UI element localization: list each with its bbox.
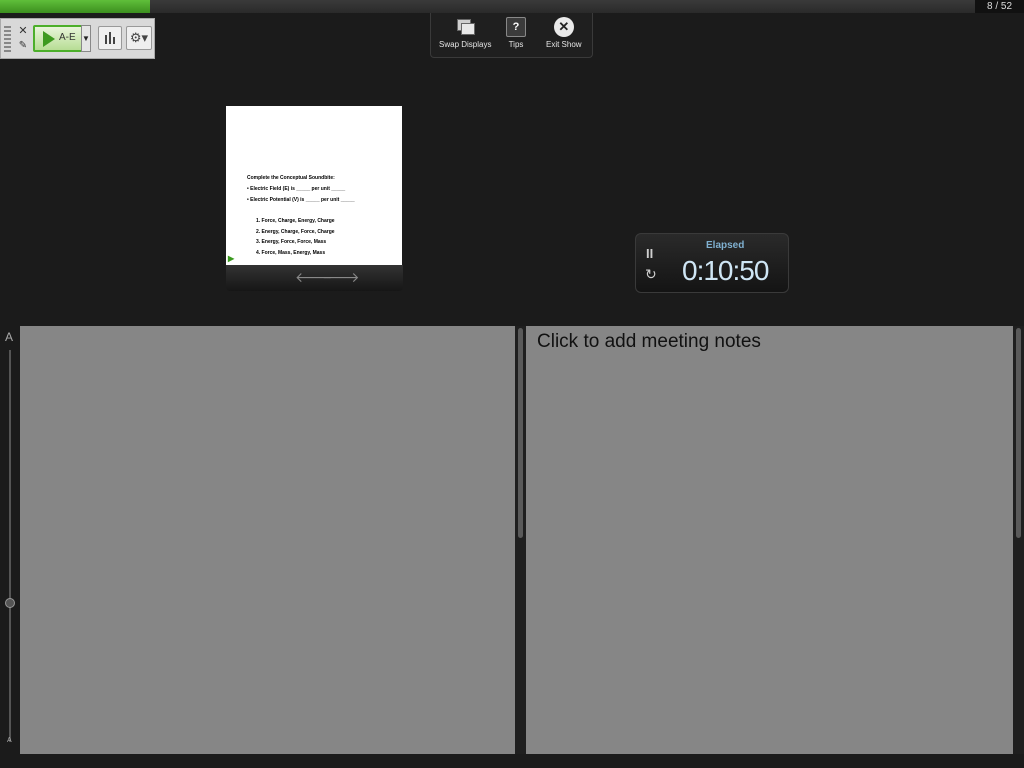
slide-option: 1. Force, Charge, Energy, Charge [256,218,335,224]
toolbar-grip-handle[interactable] [4,26,11,52]
pause-icon[interactable]: II [646,246,653,261]
swap-displays-icon [455,17,476,37]
reset-icon[interactable]: ↻ [645,266,657,283]
font-size-slider[interactable]: A A [0,326,20,754]
slide-bullet: • Electric Potential (V) is _____ per un… [247,197,355,203]
help-icon: ? [506,17,526,37]
slide-heading: Complete the Conceptual Soundbite: [247,175,335,181]
swap-displays-label: Swap Displays [439,40,492,49]
timer-label: Elapsed [706,240,745,251]
meeting-notes-panel[interactable]: Click to add meeting notes [526,326,1013,754]
slide-progress-fill [0,0,150,13]
panel-scrollbar[interactable] [515,326,526,754]
poll-button-label: A-E [59,32,76,43]
slider-track [9,350,11,742]
slide-progress-bar [0,0,975,13]
slide-bullet: • Electric Field (E) is _____ per unit _… [247,186,346,192]
font-size-small-label: A [7,737,12,744]
slide-notes-panel[interactable] [20,326,515,754]
show-results-button[interactable] [98,26,122,50]
font-size-large-label: A [5,330,14,344]
tips-label: Tips [508,40,524,49]
edit-icon[interactable]: ✎ [17,40,29,52]
presenter-toolbar: ✕ ✎ A-E ▼ ⚙▾ [0,18,155,59]
exit-icon: ✕ [553,17,574,37]
meeting-notes-placeholder[interactable]: Click to add meeting notes [537,331,761,353]
next-slide-icon[interactable]: 🡒 [322,269,360,286]
poll-type-dropdown[interactable]: ▼ [81,25,91,52]
slide-counter: 8 / 52 [975,0,1024,13]
slider-thumb[interactable] [5,598,15,608]
settings-button[interactable]: ⚙▾ [126,26,152,50]
slide-navigation: 🡐 🡒 [226,265,403,291]
exit-show-button[interactable]: ✕ Exit Show [546,17,582,49]
slide-option: 2. Energy, Charge, Force, Charge [256,229,335,235]
scrollbar-thumb[interactable] [518,328,523,538]
exit-show-label: Exit Show [546,40,582,49]
timer-value: 0:10:50 [682,255,769,286]
swap-displays-button[interactable]: Swap Displays [439,17,491,49]
scrollbar-thumb[interactable] [1016,328,1021,538]
logo-icon: ▶ [228,254,235,263]
current-slide-preview[interactable]: Complete the Conceptual Soundbite: • Ele… [226,106,402,265]
notes-scrollbar[interactable] [1013,326,1024,754]
slide-option: 3. Energy, Force, Force, Mass [256,239,327,245]
play-icon [43,31,55,47]
gear-icon: ⚙▾ [129,30,149,45]
top-controls: Swap Displays ? Tips ✕ Exit Show [430,13,593,58]
close-icon[interactable]: ✕ [17,25,29,37]
tips-button[interactable]: ? Tips [506,17,526,49]
slide-option: 4. Force, Mass, Energy, Mass [256,250,326,256]
elapsed-timer: II ↻ Elapsed 0:10:50 [635,233,789,293]
